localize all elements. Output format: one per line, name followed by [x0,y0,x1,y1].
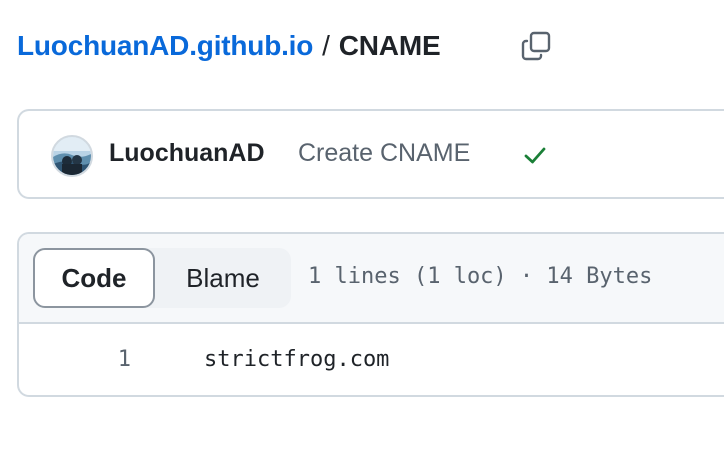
avatar[interactable] [51,135,93,177]
file-viewer: Code Blame 1 lines (1 loc) · 14 Bytes 1 … [17,232,724,397]
line-number[interactable]: 1 [79,347,131,372]
copy-path-button[interactable] [516,26,556,66]
tab-code[interactable]: Code [33,248,155,308]
check-icon[interactable] [521,141,549,169]
breadcrumb-separator: / [322,30,330,61]
breadcrumb-repo-link[interactable]: LuochuanAD.github.io [17,30,313,62]
breadcrumb: LuochuanAD.github.io / CNAME [17,26,441,66]
breadcrumb-file-name: CNAME [338,30,441,61]
file-header: Code Blame 1 lines (1 loc) · 14 Bytes [19,234,724,324]
commit-author[interactable]: LuochuanAD [109,139,265,168]
tab-blame[interactable]: Blame [155,248,291,308]
commit-message[interactable]: Create CNAME [298,139,470,168]
file-stats: 1 lines (1 loc) · 14 Bytes [308,264,653,289]
copy-icon [521,31,551,61]
code-line: strictfrog.com [204,347,390,372]
latest-commit-box: LuochuanAD Create CNAME [17,109,724,199]
view-toggle: Code Blame [33,248,291,308]
